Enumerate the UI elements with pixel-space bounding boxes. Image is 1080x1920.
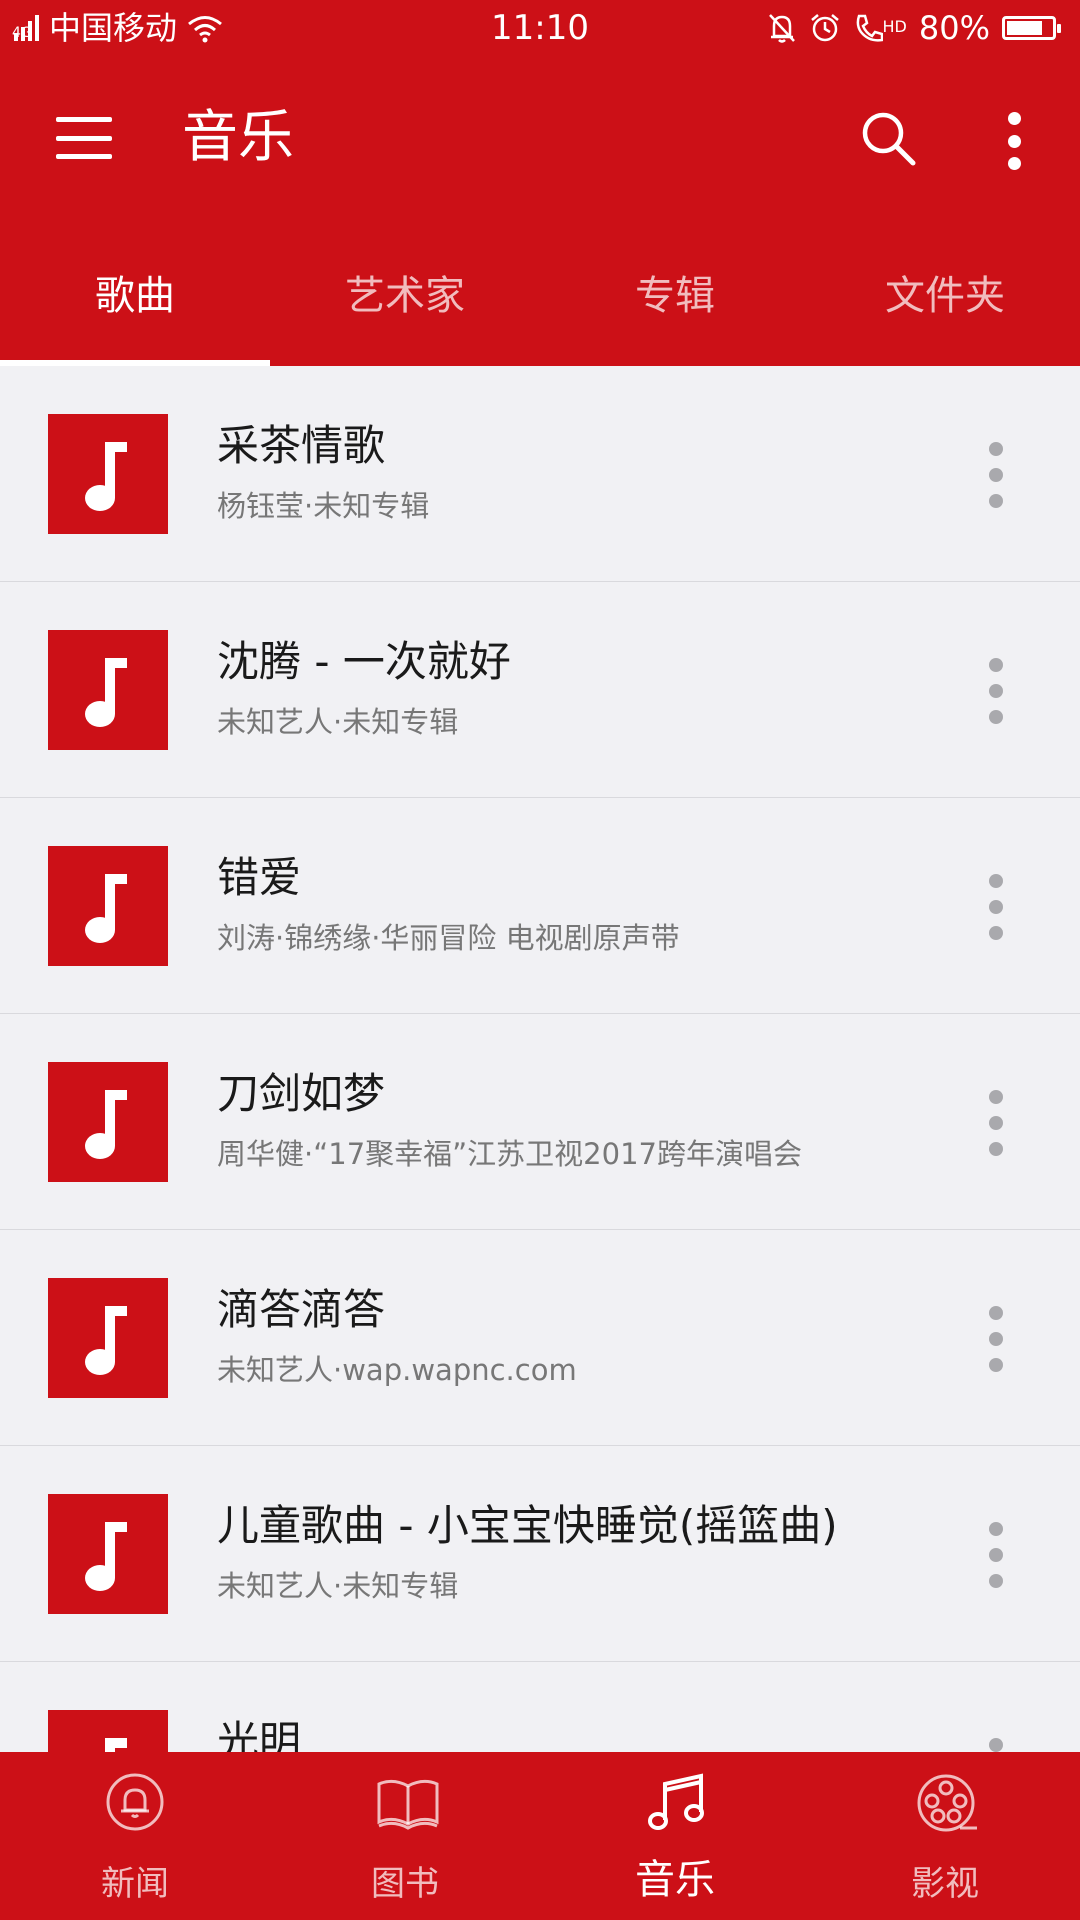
list-item[interactable]: 沈腾 - 一次就好 未知艺人·未知专辑	[0, 582, 1080, 798]
music-note-icon	[648, 1773, 704, 1830]
nav-books[interactable]: 图书	[270, 1752, 540, 1920]
tab-folders[interactable]: 文件夹	[810, 226, 1080, 366]
more-vertical-icon[interactable]	[988, 1738, 1004, 1752]
list-item[interactable]: 光明	[0, 1662, 1080, 1752]
app-bar: 音乐	[0, 56, 1080, 226]
battery-percent: 80%	[918, 9, 990, 47]
hd-call-icon: HD	[853, 12, 907, 44]
song-title: 滴答滴答	[217, 1285, 386, 1334]
song-thumbnail	[48, 846, 168, 966]
song-title: 采茶情歌	[217, 421, 386, 470]
news-bell-icon	[106, 1773, 164, 1831]
song-thumbnail	[48, 414, 168, 534]
music-note-icon	[85, 1306, 127, 1375]
song-thumbnail	[48, 1710, 168, 1752]
song-thumbnail	[48, 1494, 168, 1614]
song-title: 错爱	[217, 853, 302, 902]
nav-label: 图书	[371, 1864, 439, 1904]
song-thumbnail	[48, 1062, 168, 1182]
book-icon	[377, 1779, 439, 1830]
song-title: 光明	[217, 1717, 302, 1752]
menu-icon[interactable]	[56, 117, 112, 159]
mute-bell-icon	[768, 14, 795, 43]
nav-label: 音乐	[635, 1857, 715, 1903]
music-note-icon	[85, 1090, 127, 1159]
more-vertical-icon[interactable]	[988, 1306, 1004, 1372]
song-subtitle: 周华健·“17聚幸福”江苏卫视2017跨年演唱会	[217, 1137, 802, 1171]
list-item[interactable]: 儿童歌曲 - 小宝宝快睡觉(摇篮曲) 未知艺人·未知专辑	[0, 1446, 1080, 1662]
tab-bar: 歌曲 艺术家 专辑 文件夹	[0, 226, 1080, 366]
nav-music[interactable]: 音乐	[540, 1752, 810, 1920]
music-note-icon	[105, 1738, 127, 1752]
film-reel-icon	[917, 1774, 977, 1832]
nav-news[interactable]: 新闻	[0, 1752, 270, 1920]
search-icon[interactable]	[858, 108, 918, 168]
song-subtitle: 刘涛·锦绣缘·华丽冒险 电视剧原声带	[217, 921, 680, 955]
list-item[interactable]: 错爱 刘涛·锦绣缘·华丽冒险 电视剧原声带	[0, 798, 1080, 1014]
music-note-icon	[85, 1522, 127, 1591]
song-subtitle: 未知艺人·wap.wapnc.com	[217, 1353, 577, 1387]
list-item[interactable]: 采茶情歌 杨钰莹·未知专辑	[0, 366, 1080, 582]
music-note-icon	[85, 658, 127, 727]
more-vertical-icon[interactable]	[988, 1090, 1004, 1156]
song-subtitle: 未知艺人·未知专辑	[217, 705, 459, 739]
nav-label: 新闻	[101, 1864, 169, 1904]
tab-artists[interactable]: 艺术家	[270, 226, 540, 366]
music-note-icon	[85, 874, 127, 943]
song-title: 儿童歌曲 - 小宝宝快睡觉(摇篮曲)	[217, 1501, 838, 1550]
tab-songs[interactable]: 歌曲	[0, 226, 270, 366]
song-title: 刀剑如梦	[217, 1069, 386, 1118]
more-vertical-icon[interactable]	[1000, 112, 1028, 170]
more-vertical-icon[interactable]	[988, 1522, 1004, 1588]
list-item[interactable]: 滴答滴答 未知艺人·wap.wapnc.com	[0, 1230, 1080, 1446]
song-title: 沈腾 - 一次就好	[217, 637, 511, 686]
song-subtitle: 杨钰莹·未知专辑	[217, 489, 430, 523]
status-bar: 4G 中国移动 11:10 HD 80%	[0, 0, 1080, 56]
music-note-icon	[85, 442, 127, 511]
more-vertical-icon[interactable]	[988, 442, 1004, 508]
song-list: 采茶情歌 杨钰莹·未知专辑 沈腾 - 一次就好 未知艺人·未知专辑 错爱 刘涛·…	[0, 366, 1080, 1752]
list-item[interactable]: 刀剑如梦 周华健·“17聚幸福”江苏卫视2017跨年演唱会	[0, 1014, 1080, 1230]
alarm-icon	[810, 14, 839, 42]
hd-label: HD	[882, 17, 907, 36]
song-thumbnail	[48, 630, 168, 750]
page-title: 音乐	[182, 105, 294, 170]
tab-albums[interactable]: 专辑	[540, 226, 810, 366]
more-vertical-icon[interactable]	[988, 874, 1004, 940]
song-thumbnail	[48, 1278, 168, 1398]
bottom-nav: 新闻 图书 音乐 影视	[0, 1752, 1080, 1920]
battery-icon	[1002, 16, 1061, 40]
nav-video[interactable]: 影视	[810, 1752, 1080, 1920]
nav-label: 影视	[911, 1864, 979, 1904]
song-subtitle: 未知艺人·未知专辑	[217, 1569, 459, 1603]
more-vertical-icon[interactable]	[988, 658, 1004, 724]
status-right: HD 80%	[767, 0, 1066, 56]
